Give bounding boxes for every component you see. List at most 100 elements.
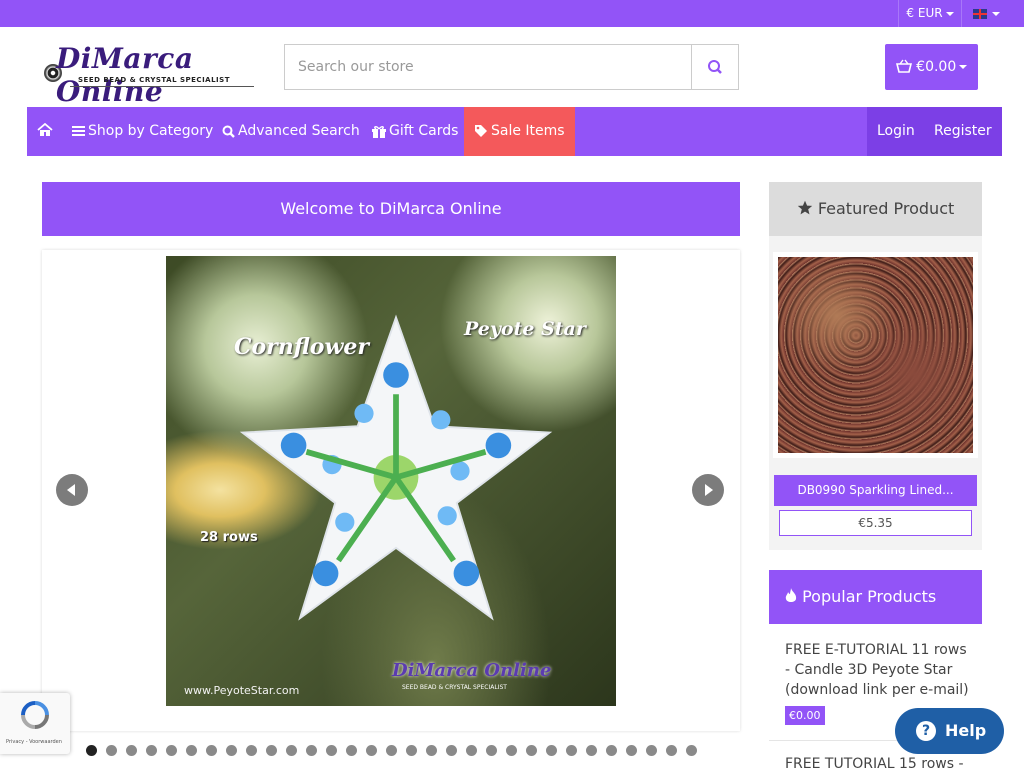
carousel-dot[interactable]	[506, 745, 517, 756]
popular-item-link[interactable]: FREE E-TUTORIAL 11 rows - Candle 3D Peyo…	[785, 640, 970, 700]
nav-shop-by-category[interactable]: Shop by Category	[72, 107, 213, 156]
carousel-dot[interactable]	[366, 745, 377, 756]
slide-rows-label: 28 rows	[200, 530, 258, 545]
carousel-dot[interactable]	[486, 745, 497, 756]
nav-label: Sale Items	[491, 123, 565, 139]
help-label: Help	[945, 721, 987, 740]
carousel-dot[interactable]	[186, 745, 197, 756]
carousel-dot[interactable]	[306, 745, 317, 756]
price-badge: €0.00	[785, 706, 825, 725]
recaptcha-icon	[21, 701, 49, 729]
basket-icon	[895, 59, 912, 73]
featured-product-name[interactable]: DB0990 Sparkling Lined...	[774, 475, 977, 506]
carousel-indicators	[86, 745, 706, 757]
featured-product-panel: Featured Product DB0990 Sparkling Lined.…	[769, 182, 982, 550]
nav-gift-cards[interactable]: Gift Cards	[372, 107, 458, 156]
bead-photo	[778, 257, 973, 453]
currency-selector[interactable]: € EUR	[898, 0, 962, 27]
nav-login[interactable]: Login	[867, 107, 925, 156]
carousel-dot[interactable]	[146, 745, 157, 756]
logo-divider	[70, 86, 254, 87]
bars-icon	[72, 126, 85, 136]
carousel-dot[interactable]	[666, 745, 677, 756]
featured-title: Featured Product	[817, 199, 955, 218]
carousel-dot[interactable]	[646, 745, 657, 756]
nav-advanced-search[interactable]: Advanced Search	[222, 107, 360, 156]
nav-label: Advanced Search	[238, 123, 360, 139]
carousel-dot[interactable]	[166, 745, 177, 756]
tag-icon	[475, 125, 487, 137]
nav-sale-items[interactable]: Sale Items	[464, 107, 575, 156]
carousel-dot[interactable]	[386, 745, 397, 756]
nav-label: Shop by Category	[88, 123, 214, 139]
login-label: Login	[877, 123, 915, 139]
recaptcha-badge[interactable]: Privacy - Voorwaarden	[0, 693, 70, 754]
popular-item-link[interactable]: FREE TUTORIAL 15 rows -	[785, 754, 970, 774]
carousel-dot[interactable]	[226, 745, 237, 756]
carousel-dot[interactable]	[606, 745, 617, 756]
chevron-down-icon	[945, 11, 954, 16]
carousel-dot[interactable]	[206, 745, 217, 756]
welcome-banner: Welcome to DiMarca Online	[42, 182, 740, 236]
slide-title-left: Cornflower	[234, 334, 369, 360]
image-carousel: Cornflower Peyote Star 28 rows www.Peyot…	[42, 250, 740, 731]
carousel-prev-button[interactable]	[56, 474, 88, 506]
carousel-dot[interactable]	[126, 745, 137, 756]
help-button[interactable]: ? Help	[895, 708, 1004, 754]
carousel-dot[interactable]	[546, 745, 557, 756]
featured-header: Featured Product	[769, 182, 982, 236]
carousel-dot[interactable]	[426, 745, 437, 756]
carousel-dot[interactable]	[326, 745, 337, 756]
carousel-dot[interactable]	[566, 745, 577, 756]
carousel-dot[interactable]	[466, 745, 477, 756]
carousel-dot[interactable]	[266, 745, 277, 756]
carousel-dot[interactable]	[626, 745, 637, 756]
carousel-dot[interactable]	[246, 745, 257, 756]
carousel-dot[interactable]	[446, 745, 457, 756]
carousel-dot[interactable]	[106, 745, 117, 756]
slide-logo-watermark: DiMarca Online	[392, 660, 552, 681]
featured-product-price: €5.35	[779, 510, 972, 536]
site-logo[interactable]: DiMarca Online SEED BEAD & CRYSTAL SPECI…	[42, 42, 254, 108]
home-icon	[37, 122, 53, 136]
logo-name: DiMarca Online	[56, 42, 194, 108]
slide-url-watermark: www.PeyoteStar.com	[184, 684, 300, 697]
top-bar: € EUR	[0, 0, 1024, 27]
carousel-dot[interactable]	[586, 745, 597, 756]
register-label: Register	[934, 123, 992, 139]
nav-label: Gift Cards	[389, 123, 459, 139]
currency-label: € EUR	[906, 6, 943, 20]
carousel-dot[interactable]	[686, 745, 697, 756]
slide-title-right: Peyote Star	[464, 318, 586, 340]
star-icon	[797, 200, 812, 215]
gift-icon	[372, 125, 386, 138]
search-button[interactable]	[691, 44, 739, 90]
chevron-down-icon	[959, 65, 968, 69]
search-icon	[708, 60, 722, 74]
slide-logo-tagline: SEED BEAD & CRYSTAL SPECIALIST	[402, 684, 507, 691]
question-icon: ?	[916, 721, 936, 741]
search-input[interactable]: Search our store	[284, 44, 692, 90]
carousel-next-button[interactable]	[692, 474, 724, 506]
cart-total: €0.00	[916, 59, 957, 75]
uk-flag-icon	[972, 8, 987, 19]
featured-product-image[interactable]	[773, 252, 978, 458]
language-selector[interactable]	[963, 0, 1009, 27]
carousel-dot[interactable]	[86, 745, 97, 756]
nav-home[interactable]	[37, 107, 53, 156]
popular-header: Popular Products	[769, 570, 982, 624]
carousel-dot[interactable]	[526, 745, 537, 756]
main-nav: Shop by Category Advanced Search Gift Ca…	[27, 107, 1002, 156]
search-icon	[222, 125, 235, 138]
recaptcha-links[interactable]: Privacy - Voorwaarden	[6, 739, 62, 745]
carousel-dot[interactable]	[346, 745, 357, 756]
carousel-slide-image[interactable]: Cornflower Peyote Star 28 rows www.Peyot…	[166, 256, 616, 706]
carousel-dot[interactable]	[406, 745, 417, 756]
fire-icon	[785, 588, 797, 602]
popular-title: Popular Products	[802, 587, 937, 606]
nav-register[interactable]: Register	[924, 107, 1002, 156]
chevron-down-icon	[991, 11, 1000, 16]
logo-tagline: SEED BEAD & CRYSTAL SPECIALIST	[78, 76, 230, 84]
cart-button[interactable]: €0.00	[885, 44, 978, 90]
carousel-dot[interactable]	[286, 745, 297, 756]
